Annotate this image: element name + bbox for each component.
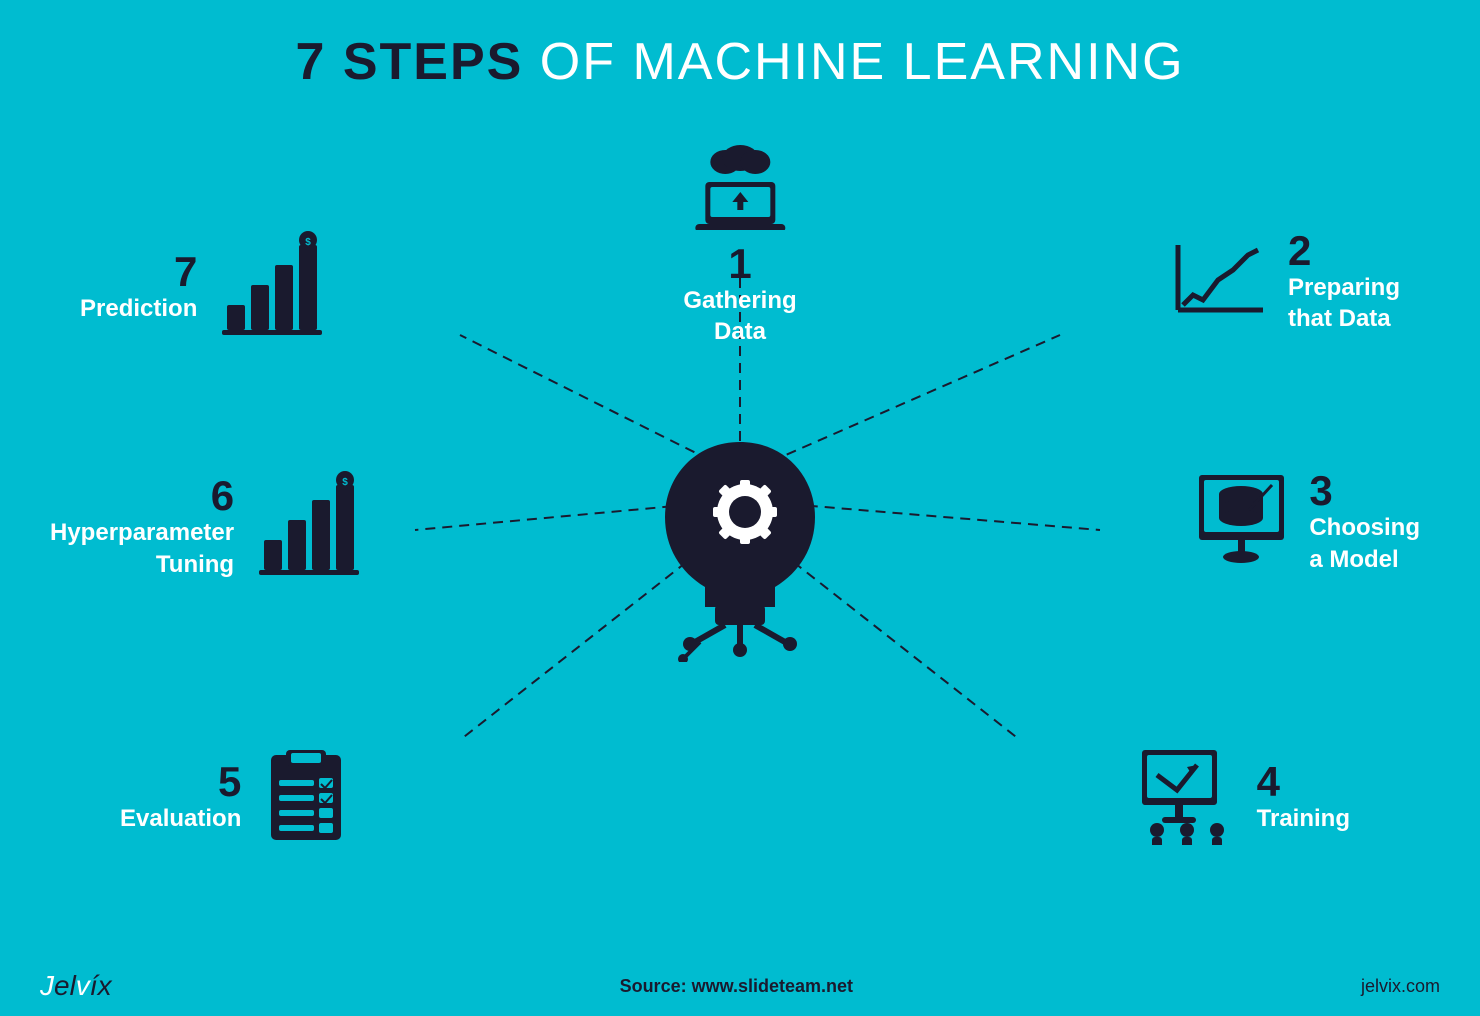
source-text: Source: www.slideteam.net	[620, 976, 853, 997]
step-1-number: 1	[683, 243, 796, 285]
training-icon	[1137, 745, 1237, 850]
step-7-number: 7	[80, 251, 197, 293]
step-6-text: 6 HyperparameterTuning	[50, 475, 234, 579]
step-7-text: 7 Prediction	[80, 251, 197, 324]
step-5-text: 5 Evaluation	[120, 761, 241, 834]
gathering-data-icon	[690, 140, 790, 235]
preparing-data-icon	[1168, 240, 1268, 325]
step-7: 7 Prediction $	[80, 230, 327, 345]
step-6: 6 HyperparameterTuning $	[50, 470, 364, 585]
evaluation-icon	[261, 745, 351, 850]
step-1-text: 1 GatheringData	[683, 243, 796, 347]
step-2-label: Preparingthat Data	[1288, 272, 1400, 334]
step-1: 1 GatheringData	[683, 140, 796, 347]
step-2-text: 2 Preparingthat Data	[1288, 230, 1400, 334]
title-bold: 7 STEPS	[295, 33, 523, 91]
svg-text:$: $	[342, 477, 348, 488]
step-3-label: Choosinga Model	[1309, 512, 1420, 574]
source-url: www.slideteam.net	[692, 976, 853, 996]
step-1-label: GatheringData	[683, 285, 796, 347]
hyperparameter-icon: $	[254, 470, 364, 585]
step-3: 3 Choosinga Model	[1194, 470, 1420, 575]
step-6-number: 6	[50, 475, 234, 517]
step-3-text: 3 Choosinga Model	[1309, 470, 1420, 574]
step-4-number: 4	[1257, 761, 1350, 803]
footer: Jelvíx Source: www.slideteam.net jelvix.…	[0, 956, 1480, 1016]
step-4: 4 Training	[1137, 745, 1350, 850]
step-4-text: 4 Training	[1257, 761, 1350, 834]
step-3-number: 3	[1309, 470, 1420, 512]
title-suffix: OF MACHINE LEARNING	[523, 33, 1184, 91]
step-5-label: Evaluation	[120, 803, 241, 834]
diagram-area: 1 GatheringData 2 Preparingthat Data	[0, 100, 1480, 960]
choosing-model-icon	[1194, 470, 1289, 575]
brain-icon	[640, 422, 840, 662]
source-label: Source:	[620, 976, 687, 996]
step-2: 2 Preparingthat Data	[1168, 230, 1400, 334]
prediction-icon: $	[217, 230, 327, 345]
step-5-number: 5	[120, 761, 241, 803]
page-title: 7 STEPS OF MACHINE LEARNING	[0, 0, 1480, 92]
site-url: jelvix.com	[1361, 976, 1440, 997]
brand-logo: Jelvíx	[40, 970, 112, 1002]
step-4-label: Training	[1257, 803, 1350, 834]
step-2-number: 2	[1288, 230, 1400, 272]
svg-text:$: $	[306, 237, 312, 248]
step-6-label: HyperparameterTuning	[50, 517, 234, 579]
step-7-label: Prediction	[80, 293, 197, 324]
step-5: 5 Evaluation	[120, 745, 351, 850]
